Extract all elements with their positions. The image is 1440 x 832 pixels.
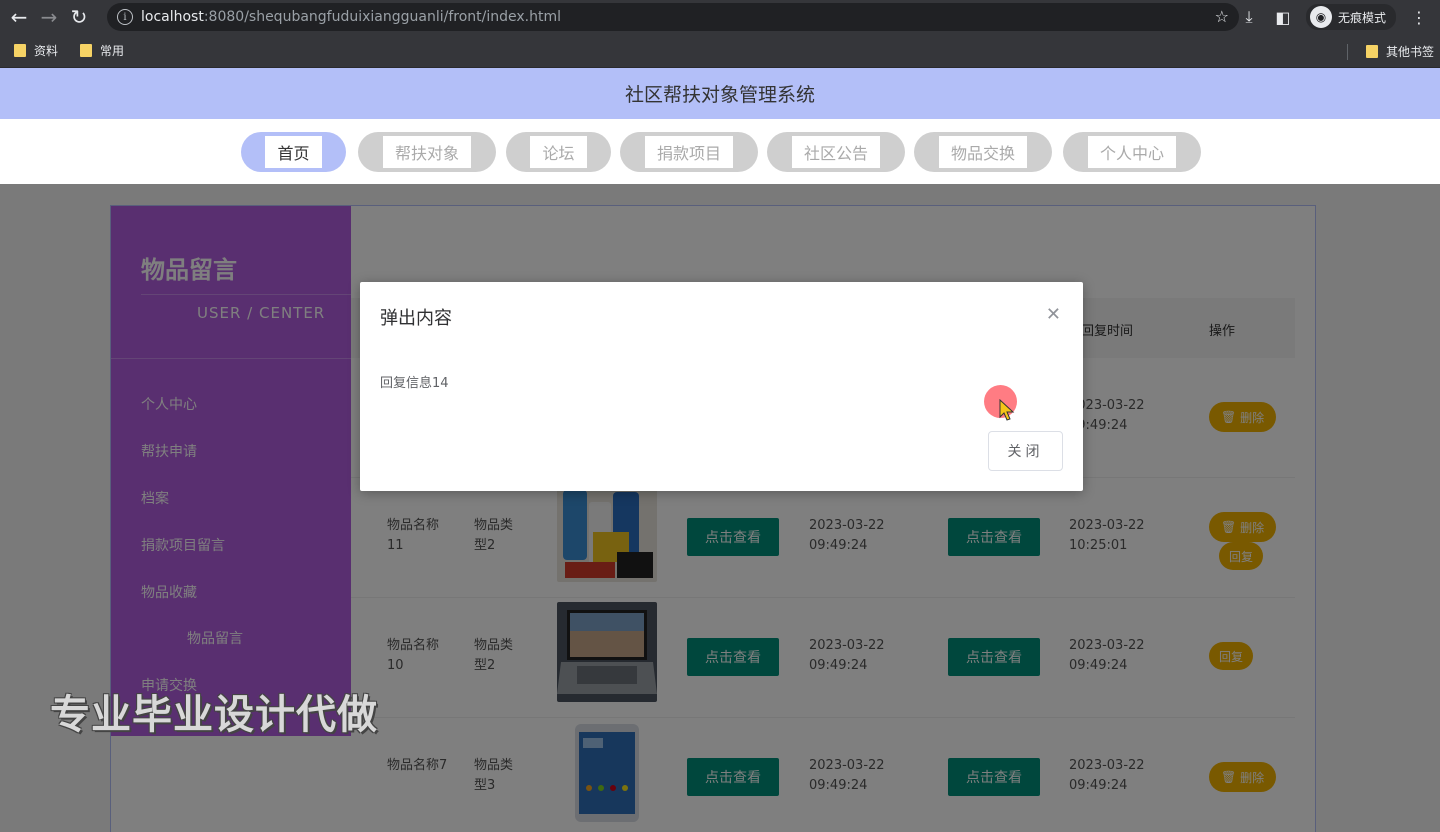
- message-dialog: 弹出内容 ✕ 回复信息14 关闭: [360, 282, 1083, 491]
- dialog-title: 弹出内容: [380, 308, 452, 329]
- url-host: localhost: [141, 9, 204, 25]
- nav-home[interactable]: 首页: [241, 132, 346, 172]
- watermark-text: 专业毕业设计代做: [50, 692, 378, 738]
- incognito-label: 无痕模式: [1337, 10, 1386, 25]
- site-info-icon[interactable]: i: [117, 9, 133, 25]
- url-path: :8080/shequbangfuduixiangguanli/front/in…: [203, 9, 562, 25]
- reload-icon[interactable]: ↻: [64, 2, 94, 32]
- nav-announcements[interactable]: 社区公告: [767, 132, 905, 172]
- nav-label: 物品交换: [938, 136, 1027, 168]
- forward-icon[interactable]: →: [34, 2, 64, 32]
- incognito-badge[interactable]: ◉ 无痕模式: [1305, 4, 1396, 30]
- nav-help-targets[interactable]: 帮扶对象: [358, 132, 496, 172]
- nav-label: 论坛: [530, 136, 587, 168]
- address-bar[interactable]: i localhost:8080/shequbangfuduixiangguan…: [107, 3, 1239, 31]
- close-icon[interactable]: ✕: [1046, 304, 1061, 325]
- nav-label: 捐款项目: [644, 136, 733, 168]
- bookmark-label: 资料: [34, 44, 59, 58]
- bookmark-label: 常用: [100, 44, 125, 58]
- site-title: 社区帮扶对象管理系统: [624, 84, 815, 106]
- nav-label: 社区公告: [791, 136, 880, 168]
- main-nav: 首页 帮扶对象 论坛 捐款项目 社区公告 物品交换 个人中心: [0, 119, 1440, 184]
- bookmark-folder[interactable]: 资料: [14, 42, 58, 59]
- separator: [1346, 43, 1348, 60]
- dialog-body: 回复信息14: [380, 376, 449, 391]
- folder-icon: [1365, 45, 1378, 58]
- other-bookmarks[interactable]: 其他书签: [1346, 43, 1434, 60]
- other-bookmarks-label: 其他书签: [1385, 45, 1434, 59]
- browser-toolbar: ← → ↻ i localhost:8080/shequbangfuduixia…: [0, 0, 1440, 34]
- side-panel-icon[interactable]: ◧: [1272, 8, 1294, 27]
- download-icon[interactable]: ⤓: [1238, 7, 1260, 27]
- folder-icon: [14, 44, 26, 57]
- incognito-icon: ◉: [1309, 6, 1332, 28]
- menu-kebab-icon[interactable]: ⋮: [1408, 8, 1430, 27]
- nav-forum[interactable]: 论坛: [506, 132, 611, 172]
- nav-donation-projects[interactable]: 捐款项目: [620, 132, 758, 172]
- nav-personal-center[interactable]: 个人中心: [1063, 132, 1201, 172]
- nav-label: 个人中心: [1087, 136, 1176, 168]
- mouse-cursor-icon: [999, 399, 1015, 421]
- bookmark-folder[interactable]: 常用: [80, 42, 124, 59]
- site-header: 社区帮扶对象管理系统: [0, 68, 1440, 119]
- nav-label: 帮扶对象: [382, 136, 471, 168]
- nav-item-exchange[interactable]: 物品交换: [914, 132, 1052, 172]
- bookmark-star-icon[interactable]: ☆: [1215, 7, 1229, 26]
- bookmarks-bar: 资料 常用 其他书签: [0, 34, 1440, 68]
- close-button[interactable]: 关闭: [988, 431, 1063, 471]
- nav-label: 首页: [265, 136, 322, 168]
- folder-icon: [80, 44, 93, 57]
- back-icon[interactable]: ←: [4, 2, 34, 32]
